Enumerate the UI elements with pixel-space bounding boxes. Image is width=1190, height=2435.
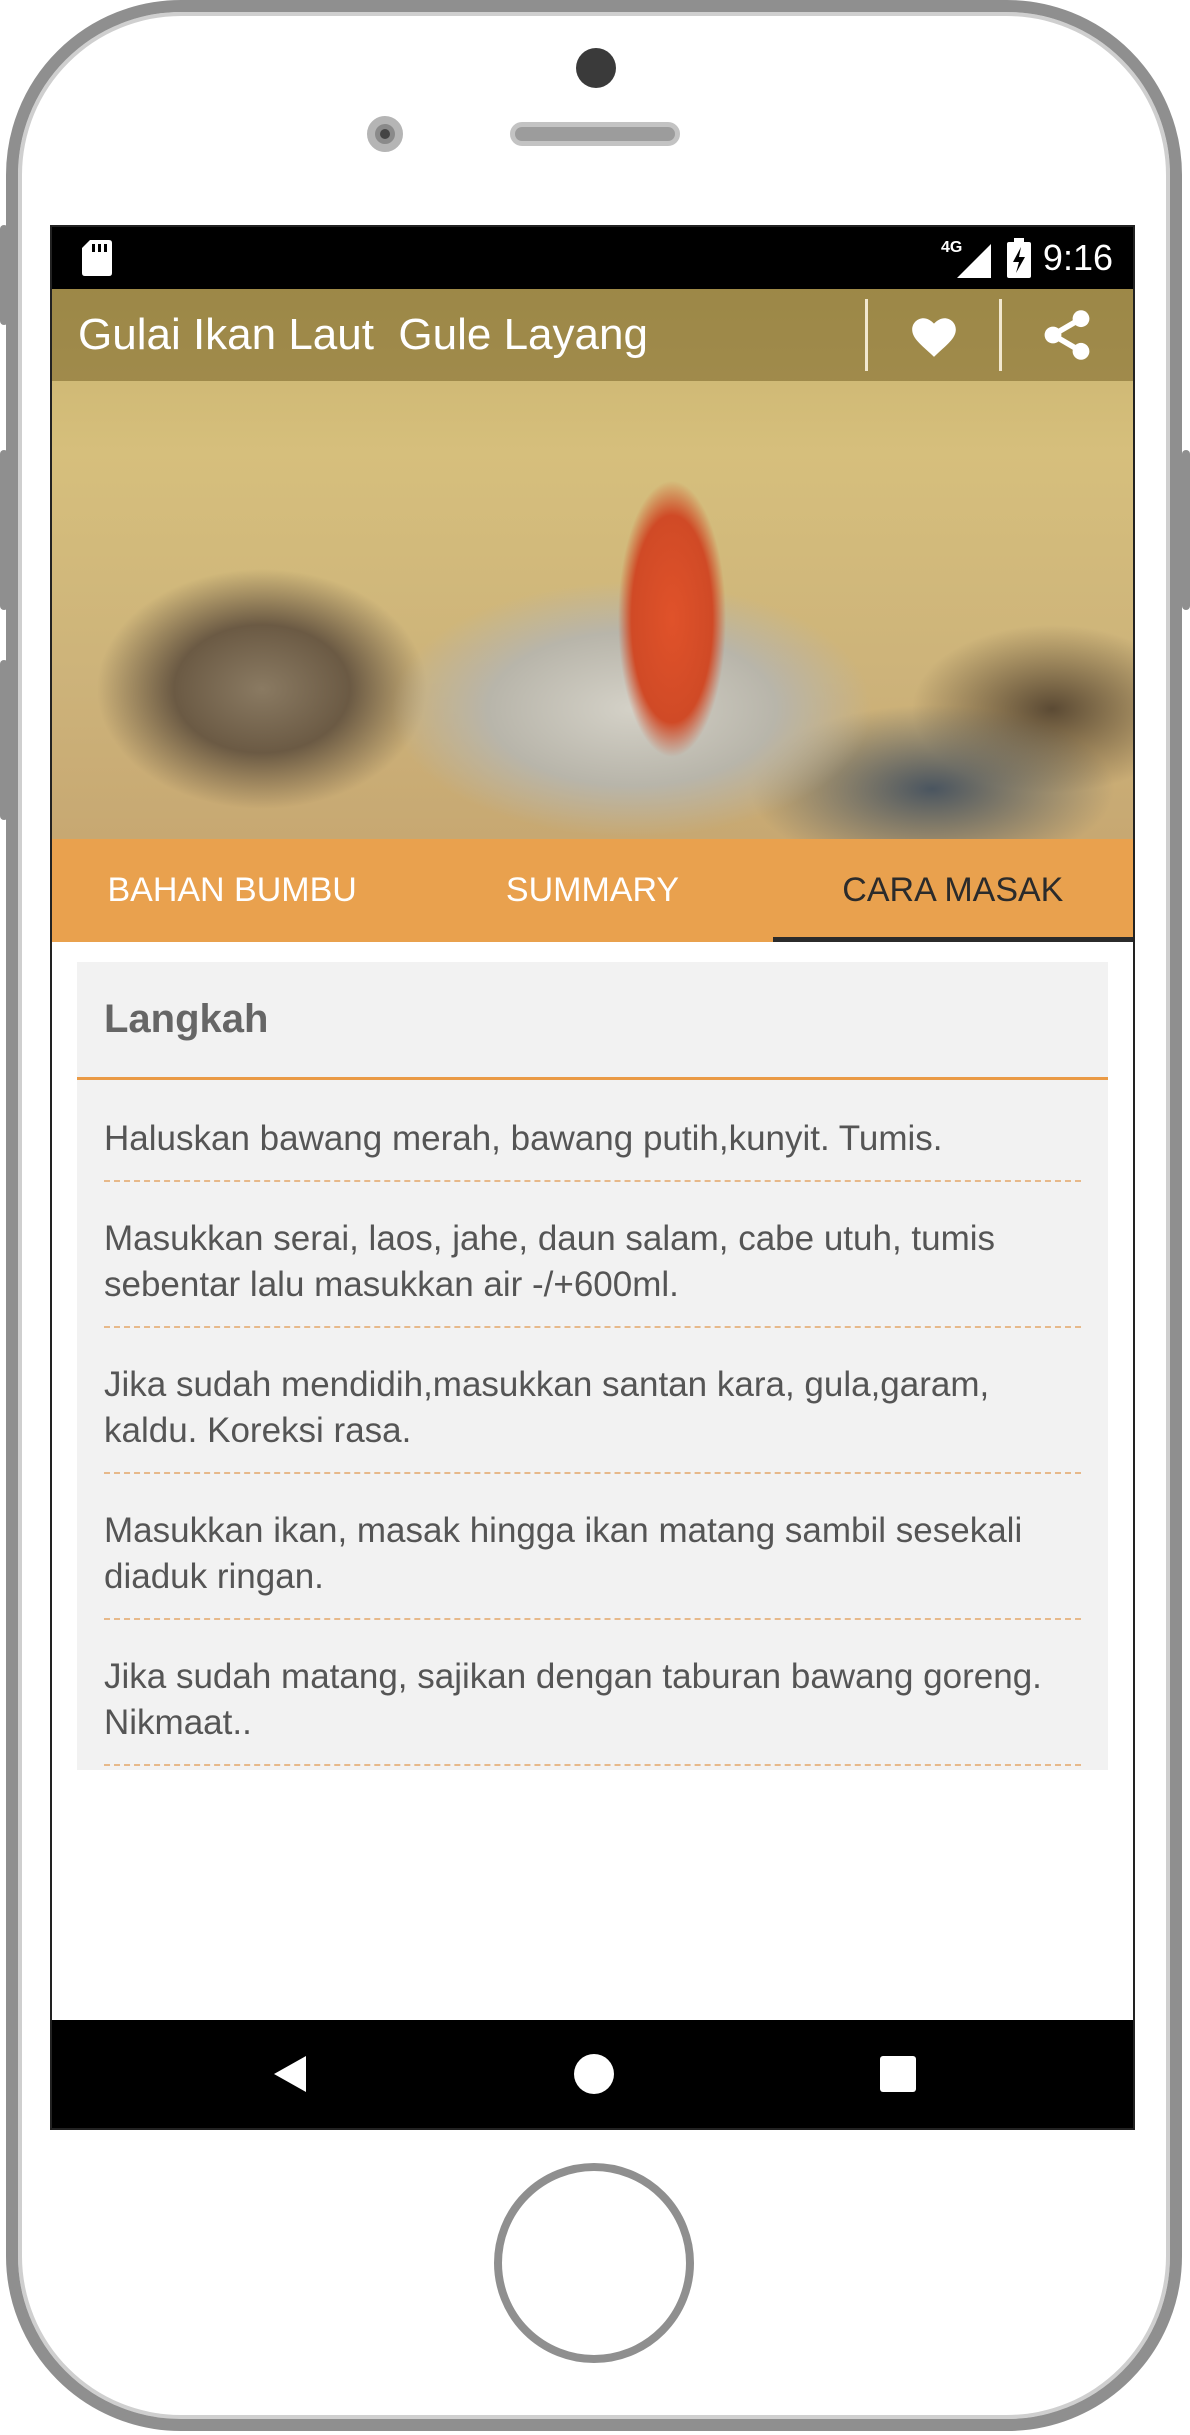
battery-charging-icon	[1006, 238, 1031, 278]
tab-bahan-bumbu[interactable]: BAHAN BUMBU	[52, 839, 412, 942]
network-type-label: 4G	[941, 239, 962, 256]
earpiece-speaker	[510, 122, 680, 146]
phone-power-button	[1182, 450, 1190, 610]
status-bar: 4G 9:16	[52, 227, 1133, 289]
tab-cara-masak[interactable]: CARA MASAK	[772, 839, 1133, 942]
back-icon[interactable]	[270, 2054, 310, 2094]
favorite-button[interactable]	[904, 305, 964, 365]
home-button[interactable]	[494, 2163, 694, 2363]
list-item: Masukkan ikan, masak hingga ikan matang …	[104, 1474, 1081, 1620]
navigation-bar	[52, 2020, 1133, 2128]
page-title: Gulai Ikan Laut Gule Layang	[78, 310, 648, 359]
proximity-sensor	[367, 116, 403, 152]
tab-bar: BAHAN BUMBU SUMMARY CARA MASAK	[52, 839, 1133, 942]
appbar-divider	[865, 299, 868, 371]
steps-card-title: Langkah	[77, 962, 1108, 1080]
home-icon[interactable]	[574, 2054, 614, 2094]
signal-icon: 4G	[941, 239, 991, 278]
recents-icon[interactable]	[878, 2054, 918, 2094]
front-camera	[576, 48, 616, 88]
status-time: 9:16	[1042, 237, 1113, 278]
share-icon	[1044, 310, 1090, 360]
heart-icon	[912, 318, 956, 357]
screen: 4G 9:16 Gulai Ikan Laut Gule Layang BAHA…	[50, 225, 1135, 2130]
tab-summary[interactable]: SUMMARY	[412, 839, 772, 942]
list-item: Jika sudah mendidih,masukkan santan kara…	[104, 1328, 1081, 1474]
list-item: Haluskan bawang merah, bawang putih,kuny…	[104, 1080, 1081, 1182]
list-item: Jika sudah matang, sajikan dengan tabura…	[104, 1620, 1081, 1766]
steps-card: Langkah Haluskan bawang merah, bawang pu…	[77, 962, 1108, 1770]
app-bar: Gulai Ikan Laut Gule Layang	[52, 289, 1133, 381]
steps-list: Haluskan bawang merah, bawang putih,kuny…	[77, 1080, 1108, 1766]
list-item: Masukkan serai, laos, jahe, daun salam, …	[104, 1182, 1081, 1328]
sd-card-icon	[82, 240, 112, 276]
status-indicators: 4G 9:16	[939, 235, 1113, 281]
appbar-divider	[999, 299, 1002, 371]
share-button[interactable]	[1037, 305, 1097, 365]
